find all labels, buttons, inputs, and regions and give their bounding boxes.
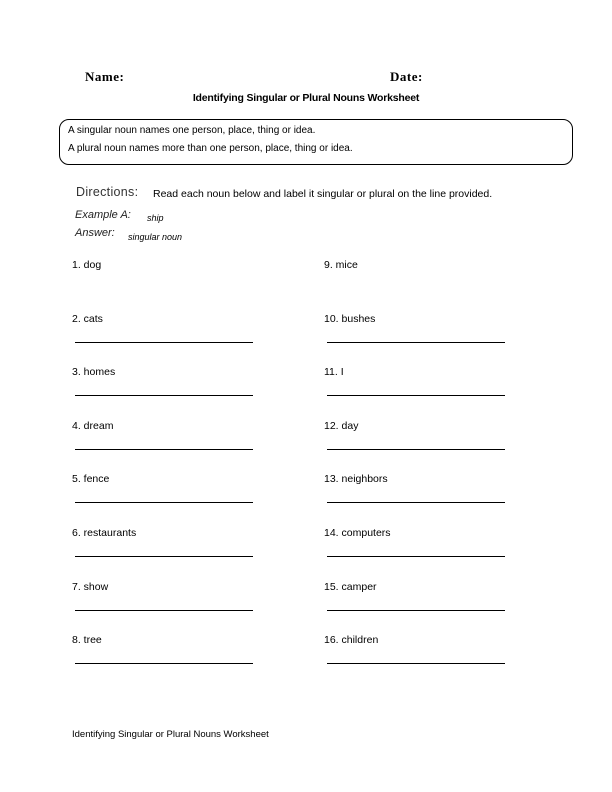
example-label: Example A: xyxy=(75,209,131,221)
answer-value: singular noun xyxy=(128,232,183,242)
footer-text: Identifying Singular or Plural Nouns Wor… xyxy=(72,729,269,740)
noun-item-label: 10. bushes xyxy=(324,312,376,325)
noun-item-label: 6. restaurants xyxy=(72,527,137,539)
noun-item-label: 9. mice xyxy=(324,259,358,271)
answer-line[interactable] xyxy=(327,341,505,343)
directions-label: Directions: xyxy=(76,185,139,199)
singular-definition: A singular noun names one person, place,… xyxy=(68,125,316,136)
noun-item-label: 5. fence xyxy=(72,473,110,486)
noun-item-label: 1. dog xyxy=(72,259,102,271)
answer-line[interactable] xyxy=(327,556,505,557)
noun-item-label: 8. tree xyxy=(72,634,102,647)
noun-item-label: 14. computers xyxy=(324,527,391,539)
answer-line[interactable] xyxy=(327,395,505,397)
worksheet-title: Identifying Singular or Plural Nouns Wor… xyxy=(192,92,420,104)
answer-label: Answer: xyxy=(75,227,115,239)
definition-box: A singular noun names one person, place,… xyxy=(59,119,573,165)
noun-item-label: 4. dream xyxy=(72,419,114,432)
noun-item-label: 11. I xyxy=(324,366,344,379)
answer-line[interactable] xyxy=(75,395,253,397)
noun-item-label: 2. cats xyxy=(72,312,103,325)
date-label: Date: xyxy=(390,69,423,84)
answer-line[interactable] xyxy=(327,609,505,611)
directions-text: Read each noun below and label it singul… xyxy=(153,188,493,200)
example-value: ship xyxy=(147,213,164,223)
answer-line[interactable] xyxy=(75,502,253,504)
plural-definition: A plural noun names more than one person… xyxy=(68,143,353,154)
noun-item-label: 16. children xyxy=(324,634,379,647)
answer-line[interactable] xyxy=(75,609,253,611)
answer-line[interactable] xyxy=(75,663,253,665)
answer-line[interactable] xyxy=(327,502,505,504)
answer-line[interactable] xyxy=(327,448,505,450)
answer-line[interactable] xyxy=(75,448,253,450)
noun-item-label: 13. neighbors xyxy=(324,473,388,486)
noun-item-label: 12. day xyxy=(324,419,359,432)
noun-item-label: 7. show xyxy=(72,580,109,593)
noun-item-label: 15. camper xyxy=(324,580,377,593)
noun-item-label: 3. homes xyxy=(72,366,116,379)
answer-line[interactable] xyxy=(75,556,253,557)
name-label: Name: xyxy=(85,69,125,84)
answer-line[interactable] xyxy=(327,663,505,665)
answer-line[interactable] xyxy=(75,341,253,343)
